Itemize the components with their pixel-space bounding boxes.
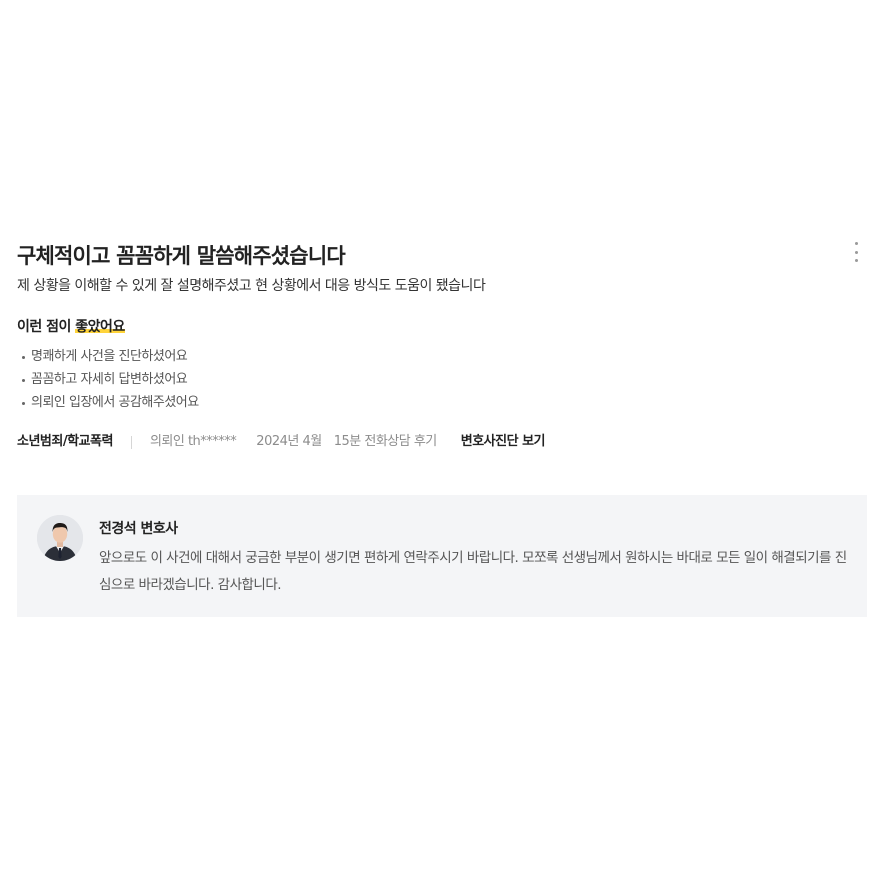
client-id: 의뢰인 th****** [149, 434, 237, 449]
good-point-item: 꼼꼼하고 자세히 답변하셨어요 [17, 368, 867, 391]
good-point-item: 의뢰인 입장에서 공감해주셨어요 [17, 391, 867, 414]
good-points-prefix: 이런 점이 [17, 319, 76, 335]
more-dot [854, 242, 858, 245]
meta-divider [130, 435, 132, 449]
review-title: 구체적이고 꼼꼼하게 말씀해주셨습니다 [17, 244, 346, 268]
lawyer-name[interactable]: 전경석 변호사 [99, 519, 178, 539]
category-label[interactable]: 소년범죄/학교폭력 [17, 432, 113, 452]
more-dot [854, 259, 858, 262]
more-dot [854, 250, 858, 254]
good-point-item: 명쾌하게 사건을 진단하셨어요 [17, 345, 867, 368]
review-meta: 소년범죄/학교폭력 의뢰인 th****** 2024년 4월 15분 전화상담… [17, 432, 867, 452]
review-date: 2024년 4월 [256, 434, 322, 449]
lawyer-avatar[interactable] [37, 515, 83, 561]
good-points-heading: 이런 점이 좋았어요 [17, 317, 867, 337]
avatar-image [37, 515, 83, 561]
reply-text: 앞으로도 이 사건에 대해서 궁금한 부분이 생기면 편하게 연락주시기 바랍니… [99, 550, 847, 593]
good-points-highlight: 좋았어요 [75, 319, 125, 335]
good-points-list: 명쾌하게 사건을 진단하셨어요 꼼꼼하고 자세히 답변하셨어요 의뢰인 입장에서… [17, 345, 867, 414]
consult-type: 15분 전화상담 후기 [333, 434, 438, 449]
lawyer-reply: 전경석 변호사 앞으로도 이 사건에 대해서 궁금한 부분이 생기면 편하게 연… [17, 495, 867, 617]
review-body: 제 상황을 이해할 수 있게 잘 설명해주셨고 현 상황에서 대응 방식도 도움… [17, 278, 486, 294]
more-options-icon[interactable] [851, 242, 861, 262]
review-card: 구체적이고 꼼꼼하게 말씀해주셨습니다 제 상황을 이해할 수 있게 잘 설명해… [17, 240, 867, 452]
view-diagnosis-link[interactable]: 변호사진단 보기 [461, 432, 546, 452]
